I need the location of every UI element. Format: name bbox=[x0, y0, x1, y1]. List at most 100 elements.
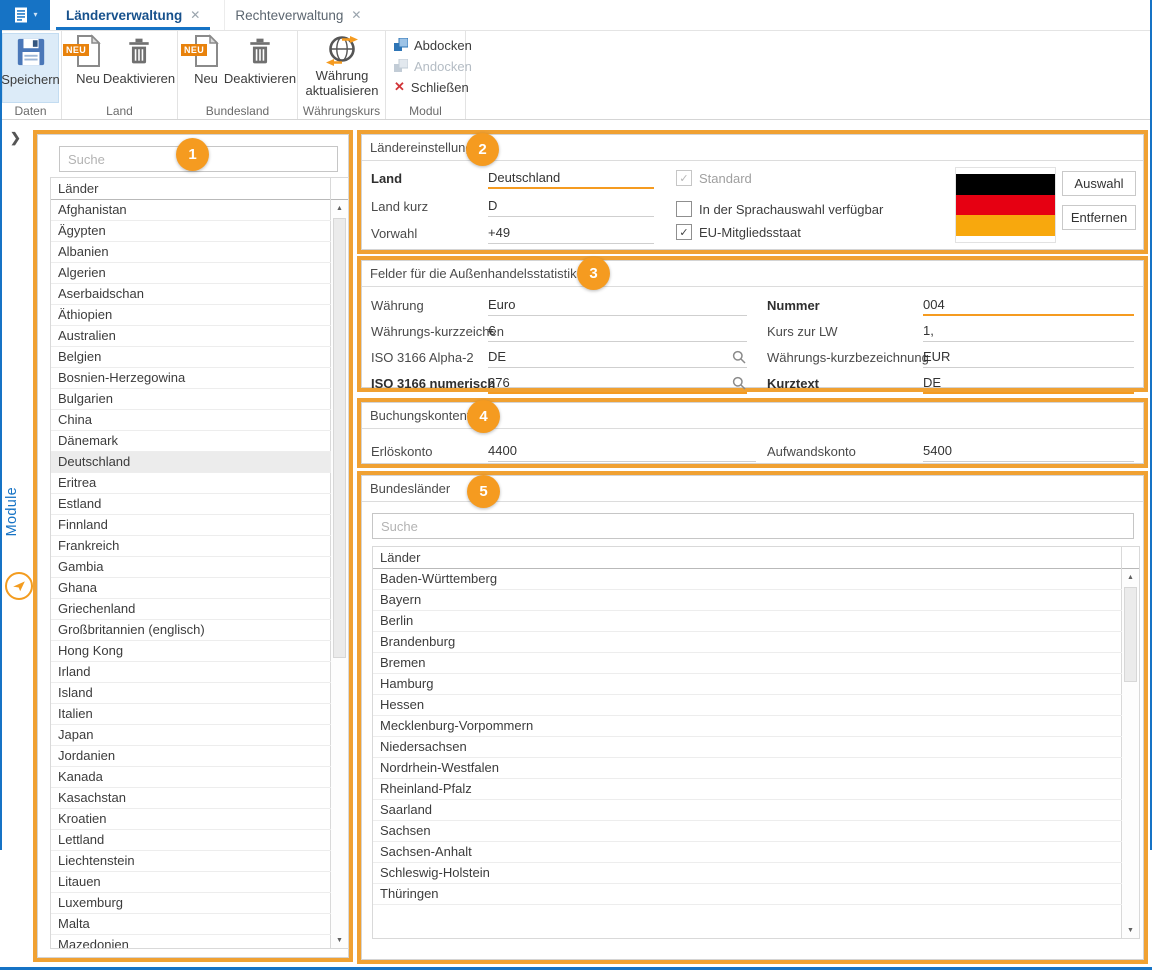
checkbox-standard[interactable]: Standard bbox=[676, 170, 752, 186]
list-item-country[interactable]: Island bbox=[51, 683, 331, 704]
scroll-up-icon[interactable]: ▲ bbox=[1122, 569, 1139, 585]
list-item-country[interactable]: Großbritannien (englisch) bbox=[51, 620, 331, 641]
field-value-waehrungs-kurzzeichen[interactable]: € bbox=[488, 321, 747, 342]
field-value-kurztext[interactable]: DE bbox=[923, 373, 1134, 394]
list-item-country[interactable]: Australien bbox=[51, 326, 331, 347]
field-value-nummer[interactable]: 004 bbox=[923, 295, 1134, 316]
search-lookup-icon[interactable] bbox=[732, 350, 746, 369]
list-item-bundesland[interactable]: Baden-Württemberg bbox=[373, 569, 1122, 590]
list-item-country[interactable]: Kanada bbox=[51, 767, 331, 788]
list-item-bundesland[interactable]: Sachsen-Anhalt bbox=[373, 842, 1122, 863]
list-item-country[interactable]: Albanien bbox=[51, 242, 331, 263]
list-item-bundesland[interactable]: Nordrhein-Westfalen bbox=[373, 758, 1122, 779]
country-scrollbar[interactable]: ▲ ▼ bbox=[331, 200, 348, 948]
list-item-country[interactable]: Frankreich bbox=[51, 536, 331, 557]
abdocken-button[interactable]: Abdocken bbox=[394, 36, 472, 54]
list-item-country[interactable]: Aserbaidschan bbox=[51, 284, 331, 305]
field-value-iso-alpha2[interactable]: DE bbox=[488, 347, 747, 368]
list-item-country[interactable]: Griechenland bbox=[51, 599, 331, 620]
list-item-country[interactable]: Eritrea bbox=[51, 473, 331, 494]
field-value-waehrung[interactable]: Euro bbox=[488, 295, 747, 316]
list-item-country[interactable]: Bosnien-Herzegowina bbox=[51, 368, 331, 389]
list-item-bundesland[interactable]: Bremen bbox=[373, 653, 1122, 674]
module-vertical-tab[interactable]: Module bbox=[4, 487, 20, 536]
list-item-country[interactable]: Liechtenstein bbox=[51, 851, 331, 872]
list-item-bundesland[interactable]: Mecklenburg-Vorpommern bbox=[373, 716, 1122, 737]
field-value-land[interactable]: Deutschland bbox=[488, 168, 654, 189]
tab-rechteverwaltung[interactable]: Rechteverwaltung ✕ bbox=[224, 0, 371, 30]
andocken-button[interactable]: Andocken bbox=[394, 57, 472, 75]
list-item-country[interactable]: Litauen bbox=[51, 872, 331, 893]
field-value-waehrungs-kurzbezeichnung[interactable]: EUR bbox=[923, 347, 1134, 368]
land-deaktivieren-button[interactable]: Deaktivieren bbox=[102, 33, 176, 103]
ribbon-group-daten: Speichern Daten bbox=[0, 31, 62, 119]
field-value-kurs-zur-lw[interactable]: 1, bbox=[923, 321, 1134, 342]
list-item-country[interactable]: China bbox=[51, 410, 331, 431]
checkbox-eu-mitgliedsstaat[interactable]: EU-Mitgliedsstaat bbox=[676, 224, 801, 240]
list-item-bundesland[interactable]: Saarland bbox=[373, 800, 1122, 821]
panel-expander-chevron[interactable]: ❯ bbox=[10, 130, 21, 146]
list-item-country[interactable]: Bulgarien bbox=[51, 389, 331, 410]
list-item-country[interactable]: Gambia bbox=[51, 557, 331, 578]
waehrung-aktualisieren-button[interactable]: Währung aktualisieren bbox=[301, 33, 383, 105]
list-item-country[interactable]: Mazedonien bbox=[51, 935, 331, 948]
auswahl-button[interactable]: Auswahl bbox=[1062, 171, 1136, 196]
bundeslaender-column-header[interactable]: Länder bbox=[373, 547, 1139, 569]
list-item-country[interactable]: Hong Kong bbox=[51, 641, 331, 662]
list-item-country[interactable]: Luxemburg bbox=[51, 893, 331, 914]
list-item-country[interactable]: Dänemark bbox=[51, 431, 331, 452]
close-icon[interactable]: ✕ bbox=[190, 8, 200, 22]
list-item-country[interactable]: Japan bbox=[51, 725, 331, 746]
list-item-bundesland[interactable]: Sachsen bbox=[373, 821, 1122, 842]
list-item-country[interactable]: Kasachstan bbox=[51, 788, 331, 809]
list-item-bundesland[interactable]: Hamburg bbox=[373, 674, 1122, 695]
tab-laenderverwaltung[interactable]: Länderverwaltung ✕ bbox=[56, 0, 210, 30]
list-item-bundesland[interactable]: Niedersachsen bbox=[373, 737, 1122, 758]
list-item-country[interactable]: Lettland bbox=[51, 830, 331, 851]
list-item-bundesland[interactable]: Thüringen bbox=[373, 884, 1122, 905]
list-item-bundesland[interactable]: Bayern bbox=[373, 590, 1122, 611]
list-item-country[interactable]: Ägypten bbox=[51, 221, 331, 242]
close-icon[interactable]: ✕ bbox=[351, 8, 361, 22]
field-value-iso-numerisch[interactable]: 276 bbox=[488, 373, 747, 394]
list-item-country[interactable]: Malta bbox=[51, 914, 331, 935]
list-item-country[interactable]: Algerien bbox=[51, 263, 331, 284]
checkbox-sprachauswahl[interactable]: In der Sprachauswahl verfügbar bbox=[676, 201, 883, 217]
field-value-land-kurz[interactable]: D bbox=[488, 196, 654, 217]
list-item-country[interactable]: Estland bbox=[51, 494, 331, 515]
list-item-bundesland[interactable]: Hessen bbox=[373, 695, 1122, 716]
scroll-down-icon[interactable]: ▼ bbox=[331, 932, 348, 948]
bundeslaender-scrollbar[interactable]: ▲ ▼ bbox=[1122, 569, 1139, 938]
list-item-bundesland[interactable]: Schleswig-Holstein bbox=[373, 863, 1122, 884]
list-item-country[interactable]: Jordanien bbox=[51, 746, 331, 767]
field-value-vorwahl[interactable]: +49 bbox=[488, 223, 654, 244]
list-item-country[interactable]: Belgien bbox=[51, 347, 331, 368]
list-item-country[interactable]: Irland bbox=[51, 662, 331, 683]
speichern-button[interactable]: Speichern bbox=[2, 33, 59, 103]
list-item-bundesland[interactable]: Berlin bbox=[373, 611, 1122, 632]
list-item-country[interactable]: Italien bbox=[51, 704, 331, 725]
list-item-bundesland[interactable]: Brandenburg bbox=[373, 632, 1122, 653]
module-icon[interactable] bbox=[5, 572, 33, 600]
bundesland-deaktivieren-button[interactable]: Deaktivieren bbox=[224, 33, 296, 103]
list-item-country[interactable]: Äthiopien bbox=[51, 305, 331, 326]
list-item-country[interactable]: Kroatien bbox=[51, 809, 331, 830]
country-column-header[interactable]: Länder bbox=[51, 178, 348, 200]
field-value-erloeskonto[interactable]: 4400 bbox=[488, 441, 756, 462]
scrollbar-thumb[interactable] bbox=[333, 218, 346, 658]
bundeslaender-search-input[interactable] bbox=[372, 513, 1134, 539]
app-menu-button[interactable]: ▾ bbox=[0, 0, 50, 30]
list-item-country[interactable]: Afghanistan bbox=[51, 200, 331, 221]
list-item-country[interactable]: Finnland bbox=[51, 515, 331, 536]
field-value-aufwandskonto[interactable]: 5400 bbox=[923, 441, 1134, 462]
entfernen-button[interactable]: Entfernen bbox=[1062, 205, 1136, 230]
list-item-country[interactable]: Ghana bbox=[51, 578, 331, 599]
scroll-down-icon[interactable]: ▼ bbox=[1122, 922, 1139, 938]
list-item-bundesland[interactable]: Rheinland-Pfalz bbox=[373, 779, 1122, 800]
scrollbar-thumb[interactable] bbox=[1124, 587, 1137, 682]
list-item-country[interactable]: Deutschland bbox=[51, 452, 331, 473]
bundesland-neu-button[interactable]: NEU Neu bbox=[184, 33, 228, 103]
schliessen-button[interactable]: ✕ Schließen bbox=[394, 78, 469, 96]
search-lookup-icon[interactable] bbox=[732, 376, 746, 395]
scroll-up-icon[interactable]: ▲ bbox=[331, 200, 348, 216]
